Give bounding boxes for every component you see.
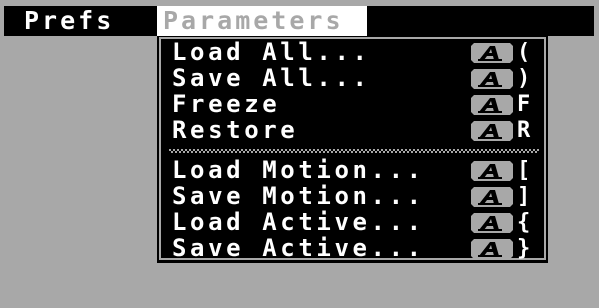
menu-item-save-all[interactable]: Save All... ) xyxy=(161,65,548,92)
screen: Prefs Parameters Load All... ( Save All.… xyxy=(0,0,599,308)
menu-parameters[interactable]: Parameters xyxy=(157,6,367,36)
amiga-key-icon xyxy=(471,239,513,259)
menu-item-load-all[interactable]: Load All... ( xyxy=(161,39,548,66)
shortcut-key: { xyxy=(517,210,531,235)
shortcut-key: ( xyxy=(517,40,531,65)
menu-item-load-motion[interactable]: Load Motion... [ xyxy=(161,157,548,184)
menu-item-label: Save Active... xyxy=(172,234,425,262)
menu-item-label: Load Active... xyxy=(172,208,425,236)
amiga-key-icon xyxy=(471,187,513,207)
amiga-key-icon xyxy=(471,95,513,115)
menu-bar: Prefs Parameters xyxy=(4,6,594,36)
menu-item-load-active[interactable]: Load Active... { xyxy=(161,209,548,236)
parameters-dropdown: Load All... ( Save All... ) Freeze F Res… xyxy=(157,36,548,263)
menu-item-save-motion[interactable]: Save Motion... ] xyxy=(161,183,548,210)
menu-item-label: Freeze xyxy=(172,90,281,118)
shortcut-key: } xyxy=(517,236,531,261)
shortcut-key: F xyxy=(517,92,531,117)
menu-item-freeze[interactable]: Freeze F xyxy=(161,91,548,118)
menu-item-save-active[interactable]: Save Active... } xyxy=(161,235,548,262)
shortcut-key: ] xyxy=(517,184,531,209)
menu-item-label: Load All... xyxy=(172,38,371,66)
amiga-key-icon xyxy=(471,121,513,141)
menu-item-label: Restore xyxy=(172,116,299,144)
menu-separator xyxy=(169,148,539,154)
menu-item-restore[interactable]: Restore R xyxy=(161,117,548,144)
menu-prefs[interactable]: Prefs xyxy=(24,6,114,36)
menu-item-label: Load Motion... xyxy=(172,156,425,184)
dropdown-border: Load All... ( Save All... ) Freeze F Res… xyxy=(159,37,548,262)
amiga-key-icon xyxy=(471,43,513,63)
shortcut-key: ) xyxy=(517,66,531,91)
shortcut-key: [ xyxy=(517,158,531,183)
menu-item-label: Save All... xyxy=(172,64,371,92)
amiga-key-icon xyxy=(471,69,513,89)
menu-item-label: Save Motion... xyxy=(172,182,425,210)
amiga-key-icon xyxy=(471,213,513,233)
amiga-key-icon xyxy=(471,161,513,181)
shortcut-key: R xyxy=(517,118,531,143)
